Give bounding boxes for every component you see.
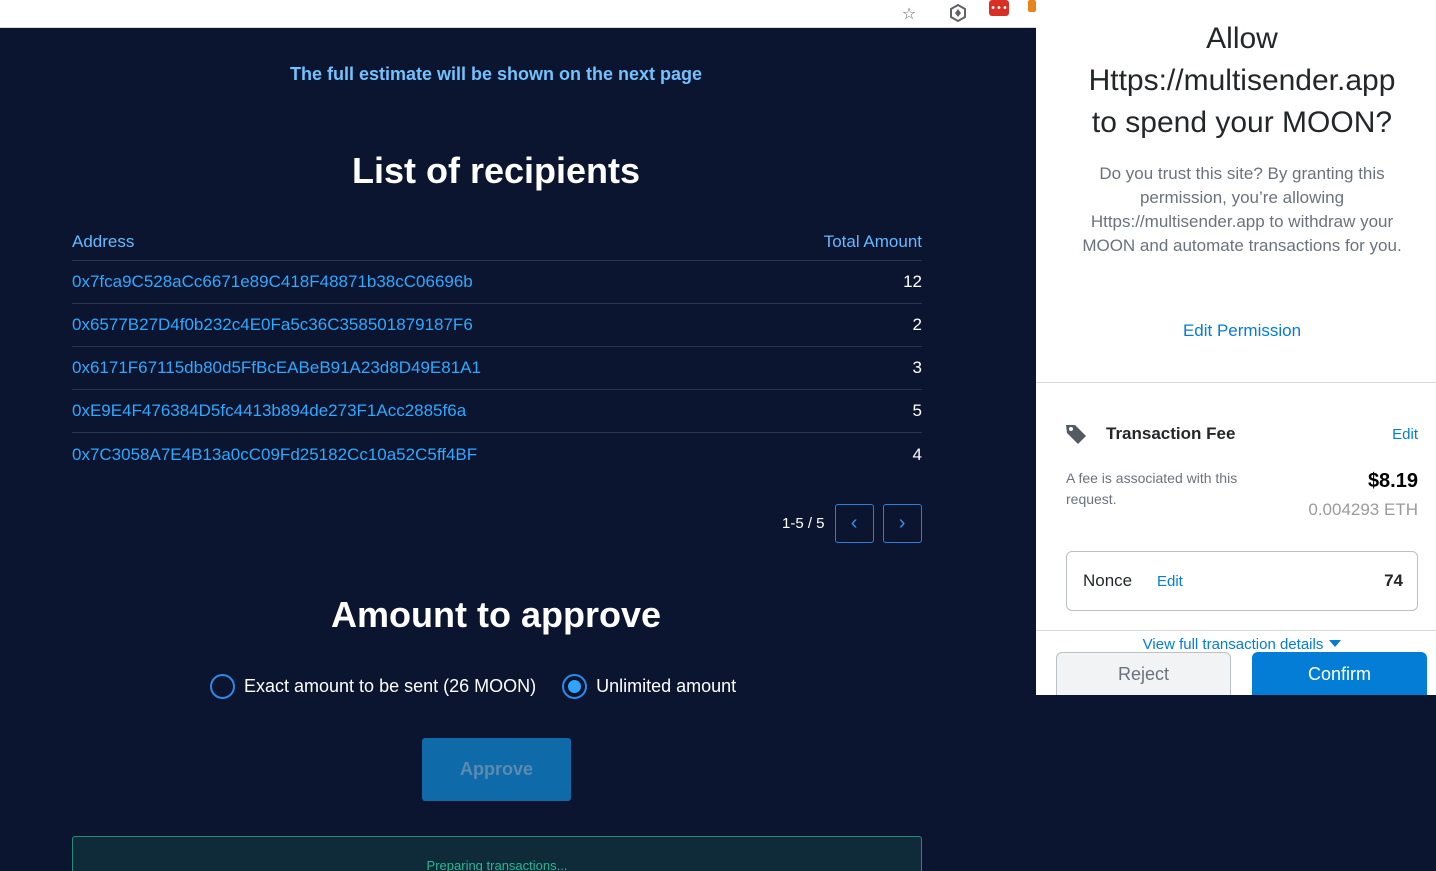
recipient-address[interactable]: 0x6577B27D4f0b232c4E0Fa5c36C358501879187… (72, 315, 473, 335)
edit-permission-link[interactable]: Edit Permission (1036, 321, 1436, 341)
chevron-left-icon: ‹ (850, 512, 858, 534)
binance-icon[interactable] (949, 4, 967, 22)
unlimited-amount-option[interactable]: Unlimited amount (562, 674, 736, 699)
multisender-page: The full estimate will be shown on the n… (0, 28, 1036, 871)
recipient-amount: 4 (912, 444, 922, 464)
divider (1036, 630, 1436, 631)
popup-title-line: to spend your MOON? (1091, 106, 1393, 139)
table-row: 0x6577B27D4f0b232c4E0Fa5c36C358501879187… (72, 304, 922, 347)
popup-title-line: Allow (1206, 22, 1278, 55)
pagination: 1-5 / 5 ‹ › (782, 504, 922, 543)
amount-column-header: Total Amount (823, 232, 922, 251)
table-row: 0x6171F67115db80d5FfBcEABeB91A23d8D49E81… (72, 347, 922, 390)
tag-icon (1064, 422, 1088, 446)
recipient-address[interactable]: 0x7C3058A7E4B13a0cC09Fd25182Cc10a52C5ff4… (72, 445, 477, 465)
transaction-fee-title: Transaction Fee (1106, 424, 1236, 443)
bookmark-star-icon[interactable]: ☆ (900, 4, 918, 23)
edit-nonce-link[interactable]: Edit (1157, 573, 1183, 590)
next-page-button[interactable]: › (882, 504, 922, 543)
reject-button[interactable]: Reject (1056, 652, 1231, 695)
fee-description: A fee is associated with this request. (1066, 470, 1238, 507)
view-full-details-label: View full transaction details (1142, 636, 1324, 653)
edit-fee-link[interactable]: Edit (1392, 426, 1418, 443)
fee-eth-value: 0.004293 ETH (1308, 500, 1418, 519)
table-row: 0xE9E4F476384D5fc4413b894de273F1Acc2885f… (72, 390, 922, 433)
confirm-button[interactable]: Confirm (1252, 652, 1427, 695)
popup-title: Allow Https://multisender.app to spend y… (1036, 18, 1436, 144)
estimate-note: The full estimate will be shown on the n… (289, 64, 703, 84)
prev-page-button[interactable]: ‹ (834, 504, 874, 543)
address-column-header: Address (72, 232, 135, 251)
nonce-label: Nonce (1083, 571, 1133, 590)
approve-amount-options: Exact amount to be sent (26 MOON) Unlimi… (210, 674, 762, 699)
radio-unlimited-amount[interactable] (562, 674, 588, 699)
caret-down-icon (1329, 640, 1342, 647)
nonce-value: 74 (1384, 571, 1403, 590)
divider (1036, 382, 1436, 383)
chevron-right-icon: › (898, 512, 906, 534)
table-row: 0x7C3058A7E4B13a0cC09Fd25182Cc10a52C5ff4… (72, 433, 922, 476)
exact-amount-option[interactable]: Exact amount to be sent (26 MOON) (210, 674, 536, 699)
wallet-approval-popup: Allow Https://multisender.app to spend y… (1036, 0, 1436, 695)
nonce-box: Nonce Edit 74 (1066, 551, 1418, 611)
status-box: Preparing transactions... (72, 836, 922, 871)
recipient-amount: 2 (912, 315, 922, 334)
recipient-address[interactable]: 0xE9E4F476384D5fc4413b894de273F1Acc2885f… (72, 401, 466, 421)
browser-toolbar: ☆ ••• (0, 0, 1036, 28)
extension-red-icon[interactable]: ••• (989, 0, 1009, 16)
radio-selected-dot (568, 680, 582, 693)
radio-exact-amount[interactable] (210, 674, 235, 699)
recipient-amount: 5 (912, 401, 922, 420)
unlimited-amount-label: Unlimited amount (596, 676, 737, 696)
status-text: Preparing transactions... (426, 858, 568, 871)
view-full-details-link[interactable]: View full transaction details (1036, 636, 1436, 653)
fee-usd-value: $8.19 (1367, 470, 1418, 492)
table-row: 0x7fca9C528aCc6671e89C418F48871b38cC0669… (72, 261, 922, 304)
recipient-amount: 12 (903, 272, 922, 291)
popup-title-line: Https://multisender.app (1088, 64, 1396, 97)
recipient-address[interactable]: 0x7fca9C528aCc6671e89C418F48871b38cC0669… (72, 272, 473, 292)
pagination-range: 1-5 / 5 (782, 515, 825, 532)
exact-amount-label: Exact amount to be sent (26 MOON) (244, 676, 537, 696)
recipients-table: Address Total Amount 0x7fca9C528aCc6671e… (72, 224, 922, 476)
recipients-title: List of recipients (351, 150, 641, 191)
popup-description: Do you trust this site? By granting this… (1082, 164, 1402, 255)
approve-button[interactable]: Approve (422, 738, 571, 801)
recipient-amount: 3 (912, 358, 922, 377)
table-header: Address Total Amount (72, 224, 922, 261)
metamask-fox-icon[interactable] (1028, 0, 1036, 12)
approve-amount-title: Amount to approve (331, 594, 661, 635)
recipient-address[interactable]: 0x6171F67115db80d5FfBcEABeB91A23d8D49E81… (72, 358, 481, 378)
